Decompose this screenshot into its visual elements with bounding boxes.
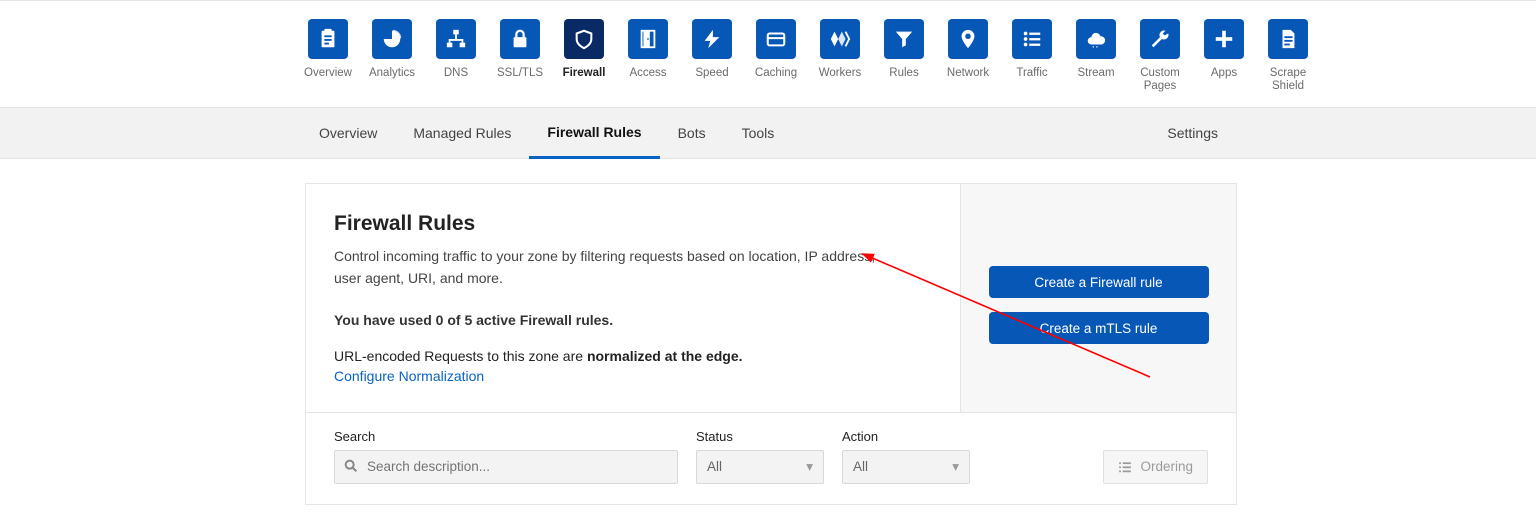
create-firewall-rule-button[interactable]: Create a Firewall rule — [989, 266, 1209, 298]
nav-label: Analytics — [369, 67, 415, 80]
card-icon — [756, 19, 796, 59]
usage-count: 0 of 5 — [436, 312, 473, 328]
nav-label: Apps — [1211, 67, 1237, 80]
tab-tools[interactable]: Tools — [724, 108, 793, 158]
configure-normalization-link[interactable]: Configure Normalization — [334, 368, 484, 384]
page: Overview Analytics DNS SSL/TLS Firewall Acces… — [0, 0, 1536, 505]
ordering-button[interactable]: Ordering — [1103, 450, 1208, 484]
nav-label: DNS — [444, 67, 468, 80]
workers-icon — [820, 19, 860, 59]
wrench-icon — [1140, 19, 1180, 59]
nav-item-caching[interactable]: Caching — [753, 19, 799, 93]
search-label: Search — [334, 429, 678, 444]
nav-label: Custom Pages — [1140, 67, 1180, 93]
nav-item-traffic[interactable]: Traffic — [1009, 19, 1055, 93]
bolt-icon — [692, 19, 732, 59]
lock-icon — [500, 19, 540, 59]
status-value: All — [707, 459, 722, 474]
panel-desc: Control incoming traffic to your zone by… — [334, 246, 894, 289]
nav-item-overview[interactable]: Overview — [305, 19, 351, 93]
nav-item-stream[interactable]: Stream — [1073, 19, 1119, 93]
nav-item-network[interactable]: Network — [945, 19, 991, 93]
ordering-icon — [1118, 460, 1132, 474]
action-value: All — [853, 459, 868, 474]
sitemap-icon — [436, 19, 476, 59]
ordering-label: Ordering — [1140, 459, 1193, 474]
nav-label: Workers — [819, 67, 862, 80]
panel-title: Firewall Rules — [334, 212, 932, 236]
pin-icon — [948, 19, 988, 59]
sub-tabbar: OverviewManaged RulesFirewall RulesBotsT… — [0, 107, 1536, 159]
nav-item-scrape[interactable]: Scrape Shield — [1265, 19, 1311, 93]
content: Firewall Rules Control incoming traffic … — [0, 159, 1536, 504]
pie-icon — [372, 19, 412, 59]
door-icon — [628, 19, 668, 59]
nav-item-workers[interactable]: Workers — [817, 19, 863, 93]
nav-label: SSL/TLS — [497, 67, 543, 80]
nav-label: Stream — [1077, 67, 1114, 80]
usage-pre: You have used — [334, 312, 436, 328]
nav-label: Access — [629, 67, 666, 80]
top-navigation: Overview Analytics DNS SSL/TLS Firewall Acces… — [0, 0, 1536, 107]
tab-bots[interactable]: Bots — [660, 108, 724, 158]
usage-line: You have used 0 of 5 active Firewall rul… — [334, 312, 932, 328]
chevron-down-icon: ▾ — [806, 459, 813, 475]
search-icon — [343, 458, 359, 474]
action-column: Action All ▾ — [842, 429, 970, 484]
search-column: Search — [334, 429, 678, 484]
action-label: Action — [842, 429, 970, 444]
nav-item-speed[interactable]: Speed — [689, 19, 735, 93]
search-box — [334, 450, 678, 484]
shield-icon — [564, 19, 604, 59]
tab-overview[interactable]: Overview — [305, 108, 395, 158]
status-label: Status — [696, 429, 824, 444]
status-select[interactable]: All ▾ — [696, 450, 824, 484]
normalization-bold: normalized at the edge. — [587, 348, 743, 364]
usage-post: active Firewall rules. — [472, 312, 613, 328]
panel-actions: Create a Firewall rule Create a mTLS rul… — [960, 184, 1236, 411]
doc-icon — [1268, 19, 1308, 59]
tab-settings[interactable]: Settings — [1167, 125, 1232, 141]
nav-label: Caching — [755, 67, 797, 80]
tab-managed[interactable]: Managed Rules — [395, 108, 529, 158]
tab-firewall-rules[interactable]: Firewall Rules — [529, 109, 659, 159]
normalization-line: URL-encoded Requests to this zone are no… — [334, 348, 932, 364]
filters-bar: Search Status All ▾ Action All — [305, 413, 1237, 505]
funnel-icon — [884, 19, 924, 59]
nav-label: Firewall — [563, 67, 606, 80]
nav-label: Overview — [304, 67, 352, 80]
nav-item-custom[interactable]: Custom Pages — [1137, 19, 1183, 93]
nav-item-access[interactable]: Access — [625, 19, 671, 93]
nav-item-rules[interactable]: Rules — [881, 19, 927, 93]
nav-item-ssl[interactable]: SSL/TLS — [497, 19, 543, 93]
chevron-down-icon: ▾ — [952, 459, 959, 475]
panel-description: Firewall Rules Control incoming traffic … — [306, 184, 960, 411]
cloud-icon — [1076, 19, 1116, 59]
nav-item-firewall[interactable]: Firewall — [561, 19, 607, 93]
nav-label: Scrape Shield — [1270, 67, 1306, 93]
nav-label: Rules — [889, 67, 918, 80]
plus-icon — [1204, 19, 1244, 59]
status-column: Status All ▾ — [696, 429, 824, 484]
nav-item-apps[interactable]: Apps — [1201, 19, 1247, 93]
nav-label: Traffic — [1016, 67, 1047, 80]
nav-item-dns[interactable]: DNS — [433, 19, 479, 93]
firewall-rules-panel: Firewall Rules Control incoming traffic … — [305, 183, 1237, 412]
nav-label: Speed — [695, 67, 728, 80]
create-mtls-rule-button[interactable]: Create a mTLS rule — [989, 312, 1209, 344]
action-select[interactable]: All ▾ — [842, 450, 970, 484]
nav-label: Network — [947, 67, 989, 80]
clipboard-icon — [308, 19, 348, 59]
nav-item-analytics[interactable]: Analytics — [369, 19, 415, 93]
normalization-pre: URL-encoded Requests to this zone are — [334, 348, 587, 364]
list-icon — [1012, 19, 1052, 59]
search-input[interactable] — [334, 450, 678, 484]
